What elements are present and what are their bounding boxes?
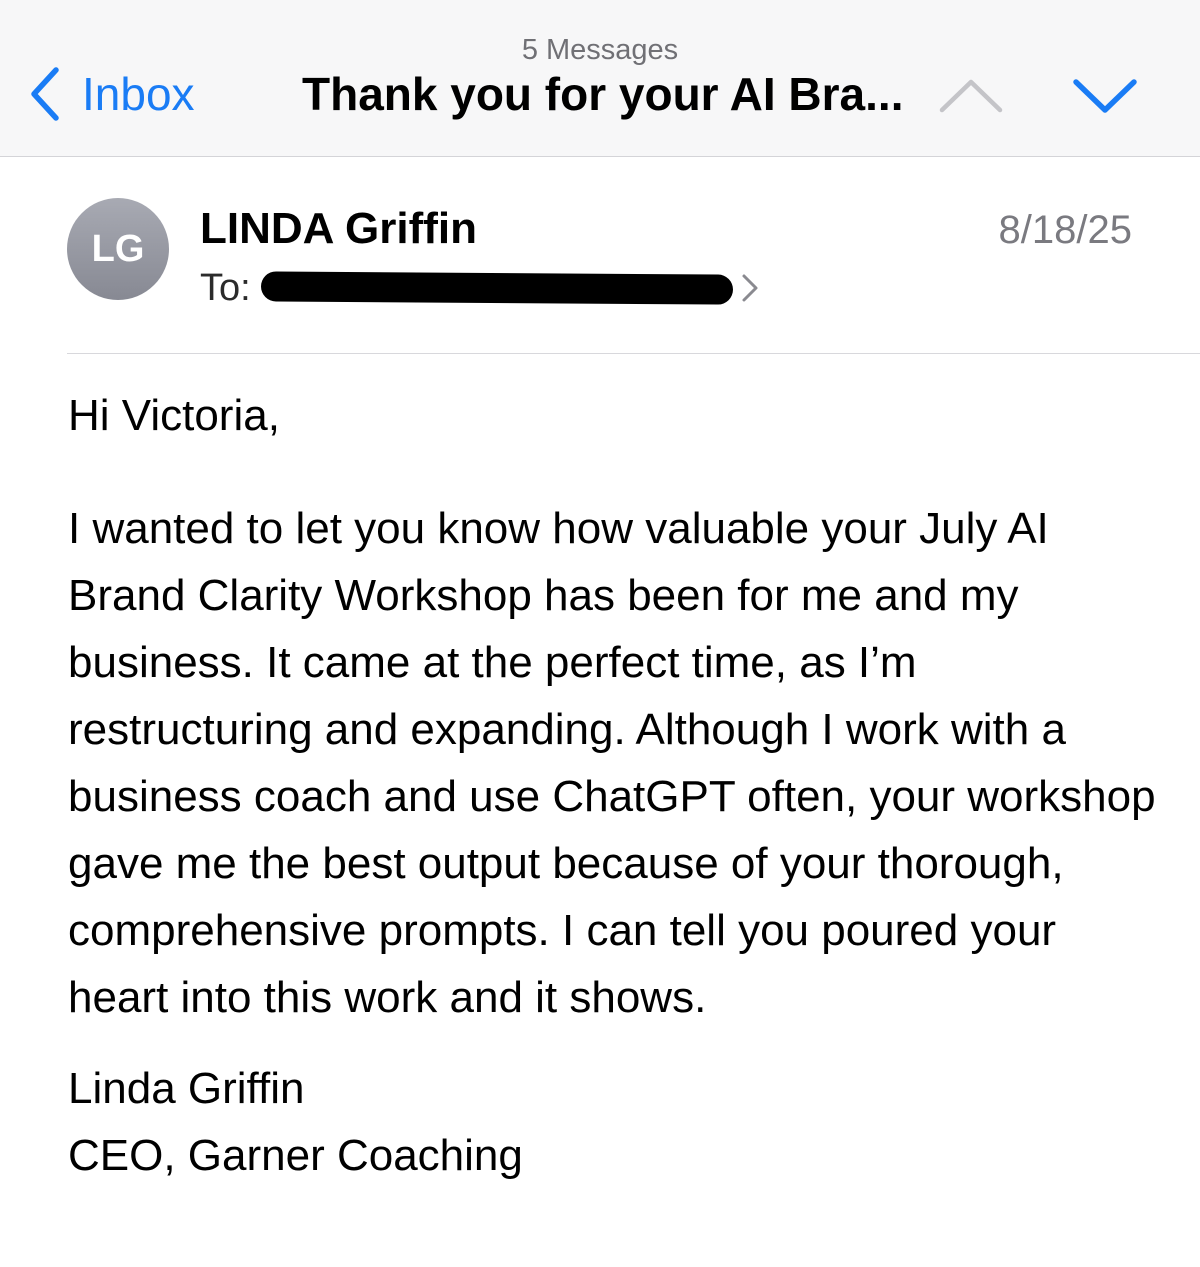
chevron-left-icon xyxy=(30,67,60,121)
signature-title: CEO, Garner Coaching xyxy=(68,1131,523,1180)
greeting: Hi Victoria, xyxy=(68,391,280,440)
message-body: Hi Victoria, I wanted to let you know ho… xyxy=(68,382,1168,1189)
header-divider xyxy=(67,353,1200,354)
thread-subject: Thank you for your AI Bra... xyxy=(302,68,904,120)
previous-message-button[interactable] xyxy=(936,72,1006,118)
navigation-bar: 5 Messages Inbox Thank you for your AI B… xyxy=(0,0,1200,157)
to-label: To: xyxy=(200,266,251,309)
message-date: 8/18/25 xyxy=(998,208,1132,252)
back-to-inbox-button[interactable]: Inbox xyxy=(30,64,195,124)
chevron-down-icon xyxy=(1070,79,1140,122)
back-label: Inbox xyxy=(82,68,195,120)
body-paragraph: I wanted to let you know how valuable yo… xyxy=(68,504,1156,1022)
avatar-initials: LG xyxy=(91,227,145,270)
avatar[interactable]: LG xyxy=(67,198,169,300)
redacted-recipient xyxy=(260,271,733,305)
chevron-up-icon xyxy=(936,79,1006,122)
message-header: LG LINDA Griffin 8/18/25 To: xyxy=(0,157,1200,353)
signature-name: Linda Griffin xyxy=(68,1064,305,1113)
next-message-button[interactable] xyxy=(1070,72,1140,118)
message-count: 5 Messages xyxy=(521,34,679,66)
chevron-right-icon xyxy=(733,273,759,303)
sender-name[interactable]: LINDA Griffin xyxy=(200,201,477,257)
recipients-row[interactable]: To: xyxy=(200,263,759,313)
